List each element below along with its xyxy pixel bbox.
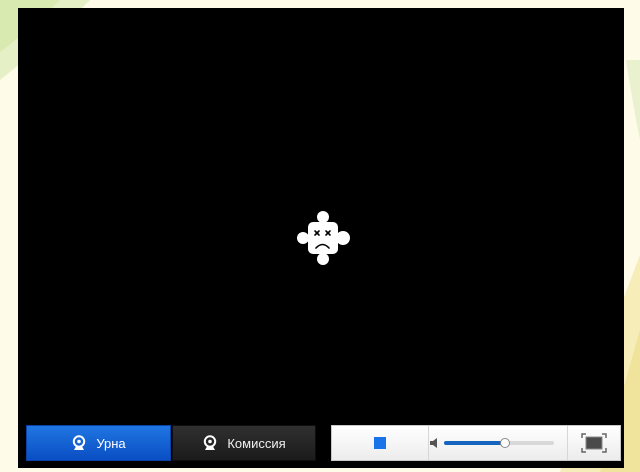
player-controls: Урна Комиссия (18, 423, 624, 463)
volume-control (430, 426, 570, 460)
stop-button[interactable] (332, 426, 429, 460)
tab-commission[interactable]: Комиссия (172, 425, 316, 461)
video-player[interactable]: Урна Комиссия (18, 8, 624, 468)
tab-urna[interactable]: Урна (26, 425, 171, 461)
tab-urna-label: Урна (96, 435, 126, 451)
webcam-icon (71, 435, 87, 451)
volume-slider[interactable] (444, 438, 554, 448)
tab-commission-label: Комиссия (227, 435, 286, 451)
stop-icon (374, 437, 386, 449)
volume-slider-fill (444, 441, 505, 445)
missing-plugin-icon (297, 211, 350, 265)
fullscreen-button[interactable] (567, 426, 620, 460)
webcam-icon (202, 435, 218, 451)
fullscreen-icon (581, 433, 607, 453)
control-bar (331, 425, 621, 461)
volume-slider-handle[interactable] (499, 438, 510, 448)
speaker-icon[interactable] (430, 438, 439, 448)
